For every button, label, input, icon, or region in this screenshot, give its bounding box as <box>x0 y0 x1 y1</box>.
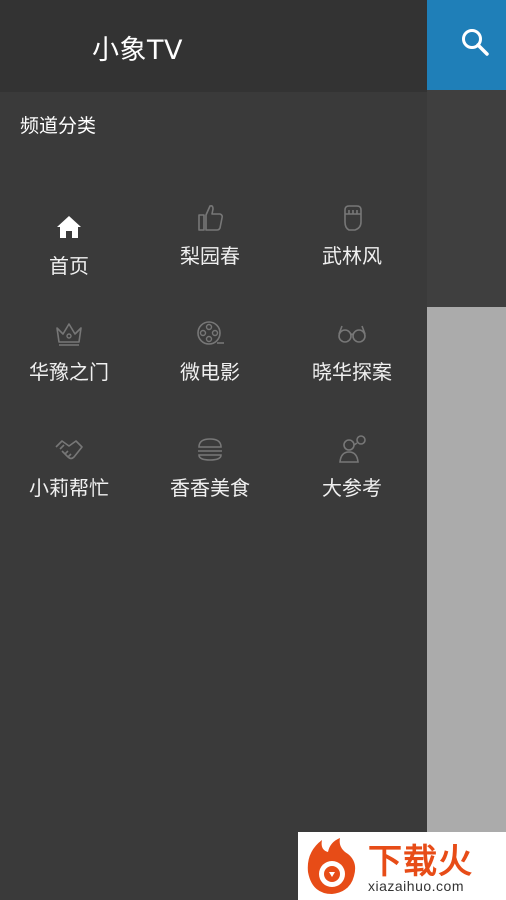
section-title: 频道分类 <box>20 115 97 137</box>
drawer-header: 小象TV <box>0 0 427 92</box>
home-icon <box>57 216 81 238</box>
channel-xiaolibangmang[interactable]: 小莉帮忙 <box>0 432 140 501</box>
channel-dacankao[interactable]: 大参考 <box>281 432 423 501</box>
film-reel-icon <box>197 321 224 345</box>
channel-huayuzhimen[interactable]: 华豫之门 <box>0 316 140 385</box>
channel-label: 小莉帮忙 <box>29 476 109 500</box>
speaker-icon <box>339 435 366 463</box>
channel-home[interactable]: 首页 <box>0 210 140 279</box>
channel-label: 梨园春 <box>180 244 240 268</box>
main-banner <box>427 90 506 307</box>
watermark: 下载火 xiazaihuo.com <box>298 832 506 900</box>
watermark-url: xiazaihuo.com <box>368 878 464 894</box>
channel-label: 华豫之门 <box>29 360 109 384</box>
channel-xiangxiangmeishi[interactable]: 香香美食 <box>139 432 281 501</box>
channel-label: 大参考 <box>322 476 382 500</box>
channel-label: 首页 <box>49 254 89 278</box>
channel-label: 晓华探案 <box>312 360 392 384</box>
flame-logo-icon <box>307 838 356 894</box>
main-toolbar <box>427 0 506 90</box>
search-icon[interactable] <box>460 27 490 57</box>
watermark-text: 下载火 <box>368 842 473 882</box>
glasses-icon <box>338 325 366 343</box>
channel-weidianying[interactable]: 微电影 <box>139 316 281 385</box>
main-content <box>427 0 506 900</box>
channel-label: 香香美食 <box>170 476 250 500</box>
channel-wulinfeng[interactable]: 武林风 <box>281 200 423 269</box>
crown-icon <box>56 323 82 346</box>
fist-icon <box>344 205 362 231</box>
channel-liyuanchun[interactable]: 梨园春 <box>139 200 281 269</box>
navigation-drawer: 小象TV 频道分类 首页 梨园春 武林风 华豫之门 微电影 晓华探案 小莉帮忙 … <box>0 0 427 900</box>
channel-label: 微电影 <box>180 360 240 384</box>
burger-icon <box>198 438 222 461</box>
app-title: 小象TV <box>92 35 183 66</box>
thumbs-up-icon <box>198 205 224 231</box>
channel-label: 武林风 <box>322 244 382 268</box>
channel-xiaohuatanan[interactable]: 晓华探案 <box>281 316 423 385</box>
handshake-icon <box>55 440 83 460</box>
